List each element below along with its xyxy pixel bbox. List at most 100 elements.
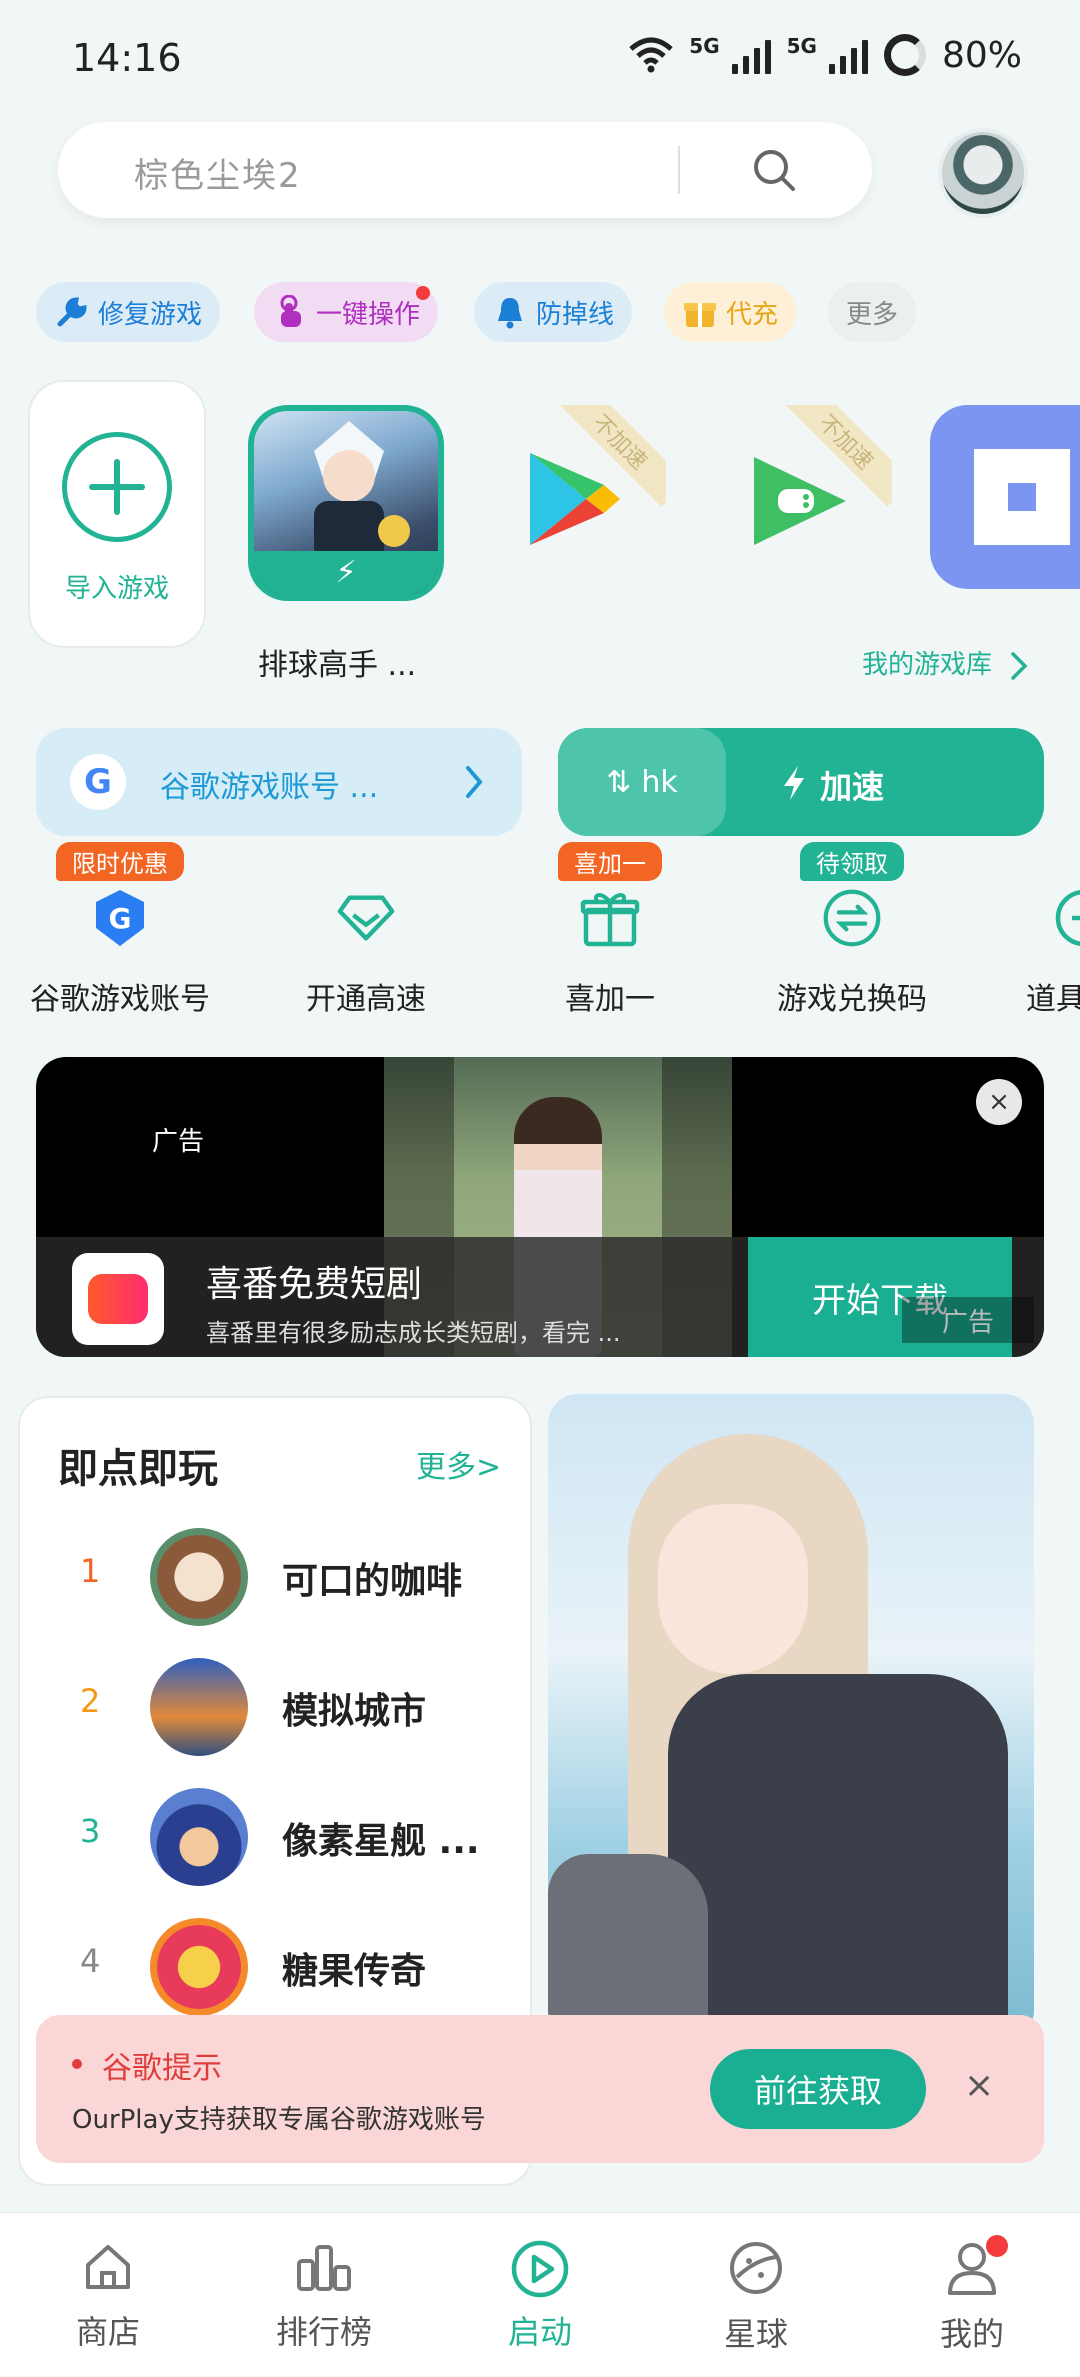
- gift-icon: [682, 294, 718, 330]
- chip-label: 更多: [846, 299, 899, 330]
- section-title: 即点即玩: [58, 1446, 218, 1492]
- quick-redeem-code[interactable]: 待领取 游戏兑换码: [742, 842, 962, 1018]
- google-shield-icon: G: [90, 888, 150, 948]
- home-icon: [86, 2245, 130, 2289]
- region-selector[interactable]: ⇅ hk: [558, 728, 726, 836]
- ad-subtitle: 喜番里有很多励志成长类短剧，看完 ...: [206, 1319, 621, 1347]
- quick-google-account[interactable]: 限时优惠 G 谷歌游戏账号: [10, 842, 230, 1018]
- gift-icon: [580, 888, 640, 948]
- quick-label: 开通高速: [306, 982, 426, 1017]
- google-tip-toast: 谷歌提示 OurPlay支持获取专属谷歌游戏账号 前往获取 ×: [36, 2015, 1044, 2163]
- notification-dot: [986, 2235, 1008, 2257]
- promo-badge: 限时优惠: [56, 842, 184, 881]
- google-account-button[interactable]: G 谷歌游戏账号 ...: [36, 728, 522, 836]
- signal-icon: [828, 36, 868, 74]
- wrench-icon: [54, 294, 90, 330]
- chip-repair-game[interactable]: 修复游戏: [36, 282, 221, 342]
- tap-icon: [272, 294, 308, 330]
- nav-store[interactable]: 商店: [0, 2213, 216, 2377]
- my-game-library-link[interactable]: 我的游戏库: [862, 644, 1030, 681]
- google-logo-icon: G: [70, 754, 126, 810]
- quick-items[interactable]: 道具: [1010, 870, 1080, 1018]
- chip-more[interactable]: 更多: [828, 282, 917, 342]
- avatar[interactable]: [938, 128, 1028, 218]
- game-tile-play-games[interactable]: 不加速: [708, 405, 892, 589]
- list-item[interactable]: 4 糖果传奇: [20, 1912, 534, 2022]
- diamond-icon: [336, 888, 396, 948]
- nav-label: 排行榜: [275, 2313, 372, 2351]
- nav-launch[interactable]: 启动: [432, 2213, 648, 2377]
- quick-label: 游戏兑换码: [777, 982, 927, 1017]
- list-item[interactable]: 3 像素星舰 ...: [20, 1782, 534, 1892]
- close-icon[interactable]: ×: [976, 1079, 1022, 1125]
- search-input[interactable]: 棕色尘埃2: [134, 148, 302, 197]
- status-time: 14:16: [72, 36, 182, 80]
- chevron-right-icon: [466, 766, 483, 798]
- candy-crush-icon: [150, 1918, 248, 2016]
- game-artwork: [314, 421, 410, 561]
- quick-free-game[interactable]: 喜加一 喜加一: [500, 842, 720, 1018]
- game-tile-play-store[interactable]: 不加速: [482, 405, 666, 589]
- chevron-right-icon: [1011, 651, 1028, 680]
- coffee-game-icon: [150, 1528, 248, 1626]
- ad-watermark: 广告: [902, 1297, 1034, 1343]
- nav-label: 我的: [939, 2315, 1004, 2353]
- chip-one-click[interactable]: 一键操作: [254, 282, 439, 342]
- tip-dot: [72, 2059, 82, 2069]
- chip-top-up[interactable]: 代充: [664, 282, 797, 342]
- ad-info-bar: 喜番免费短剧 喜番里有很多励志成长类短剧，看完 ... 开始下载 广告: [36, 1237, 1044, 1357]
- game-tile-volleyball[interactable]: ⚡: [248, 405, 444, 601]
- toast-description: OurPlay支持获取专属谷歌游戏账号: [72, 2105, 486, 2135]
- bell-icon: [492, 294, 528, 330]
- bottom-nav: 商店 排行榜 启动 星球 我的: [0, 2212, 1080, 2376]
- accelerate-button[interactable]: ⇅ hk 加速: [558, 728, 1044, 836]
- chip-label: 修复游戏: [98, 299, 203, 330]
- network-label-2: 5G: [786, 34, 817, 58]
- get-account-button[interactable]: 前往获取: [710, 2049, 926, 2129]
- accelerate-label: 加速: [820, 768, 885, 806]
- play-store-icon: [530, 453, 620, 545]
- search-icon[interactable]: [750, 146, 798, 194]
- roblox-icon: [974, 449, 1070, 545]
- lightning-icon: ⚡: [254, 551, 438, 595]
- close-icon[interactable]: ×: [964, 2065, 994, 2106]
- toast-title: 谷歌提示: [102, 2051, 222, 2086]
- list-item[interactable]: 1 可口的咖啡: [20, 1522, 534, 1632]
- nav-planet[interactable]: 星球: [648, 2213, 864, 2377]
- nav-mine[interactable]: 我的: [864, 2213, 1080, 2377]
- list-item[interactable]: 2 模拟城市: [20, 1652, 534, 1762]
- rank-number: 3: [80, 1812, 101, 1850]
- chip-label: 防掉线: [536, 299, 615, 330]
- swap-icon: ⇅: [606, 764, 632, 800]
- simcity-game-icon: [150, 1658, 248, 1756]
- quick-high-speed[interactable]: 开通高速: [256, 870, 476, 1018]
- rank-number: 2: [80, 1682, 101, 1720]
- chip-label: 一键操作: [316, 299, 421, 330]
- more-link[interactable]: 更多>: [416, 1442, 501, 1486]
- plus-icon: [62, 432, 172, 542]
- status-bar: 14:16 5G 5G 80%: [0, 0, 1080, 110]
- signal-icon: [731, 36, 771, 74]
- chip-anti-disconnect[interactable]: 防掉线: [474, 282, 633, 342]
- pixel-starship-icon: [150, 1788, 248, 1886]
- import-game-label: 导入游戏: [64, 574, 169, 604]
- planet-icon: [730, 2242, 782, 2294]
- game-name: 像素星舰 ...: [282, 1821, 480, 1862]
- nav-label: 星球: [723, 2315, 788, 2353]
- search-bar[interactable]: 棕色尘埃2: [58, 122, 872, 218]
- game-name: 可口的咖啡: [282, 1561, 463, 1602]
- game-name: 排球高手 ...: [258, 648, 417, 683]
- ad-banner[interactable]: 广告 × 喜番免费短剧 喜番里有很多励志成长类短剧，看完 ... 开始下载 广告: [36, 1057, 1044, 1357]
- plus-circle-icon: [1054, 888, 1080, 948]
- search-divider: [678, 146, 680, 194]
- region-label: hk: [641, 764, 678, 800]
- quick-label: 道具: [1026, 982, 1080, 1017]
- bar-chart-icon: [297, 2245, 351, 2291]
- import-game-card[interactable]: 导入游戏: [28, 380, 206, 648]
- game-tile-roblox[interactable]: [930, 405, 1080, 589]
- featured-banner-image[interactable]: [548, 1394, 1034, 2040]
- app-icon: [72, 1253, 164, 1345]
- nav-ranking[interactable]: 排行榜: [216, 2213, 432, 2377]
- google-account-label: 谷歌游戏账号 ...: [160, 770, 379, 805]
- battery-percent: 80%: [941, 34, 1022, 76]
